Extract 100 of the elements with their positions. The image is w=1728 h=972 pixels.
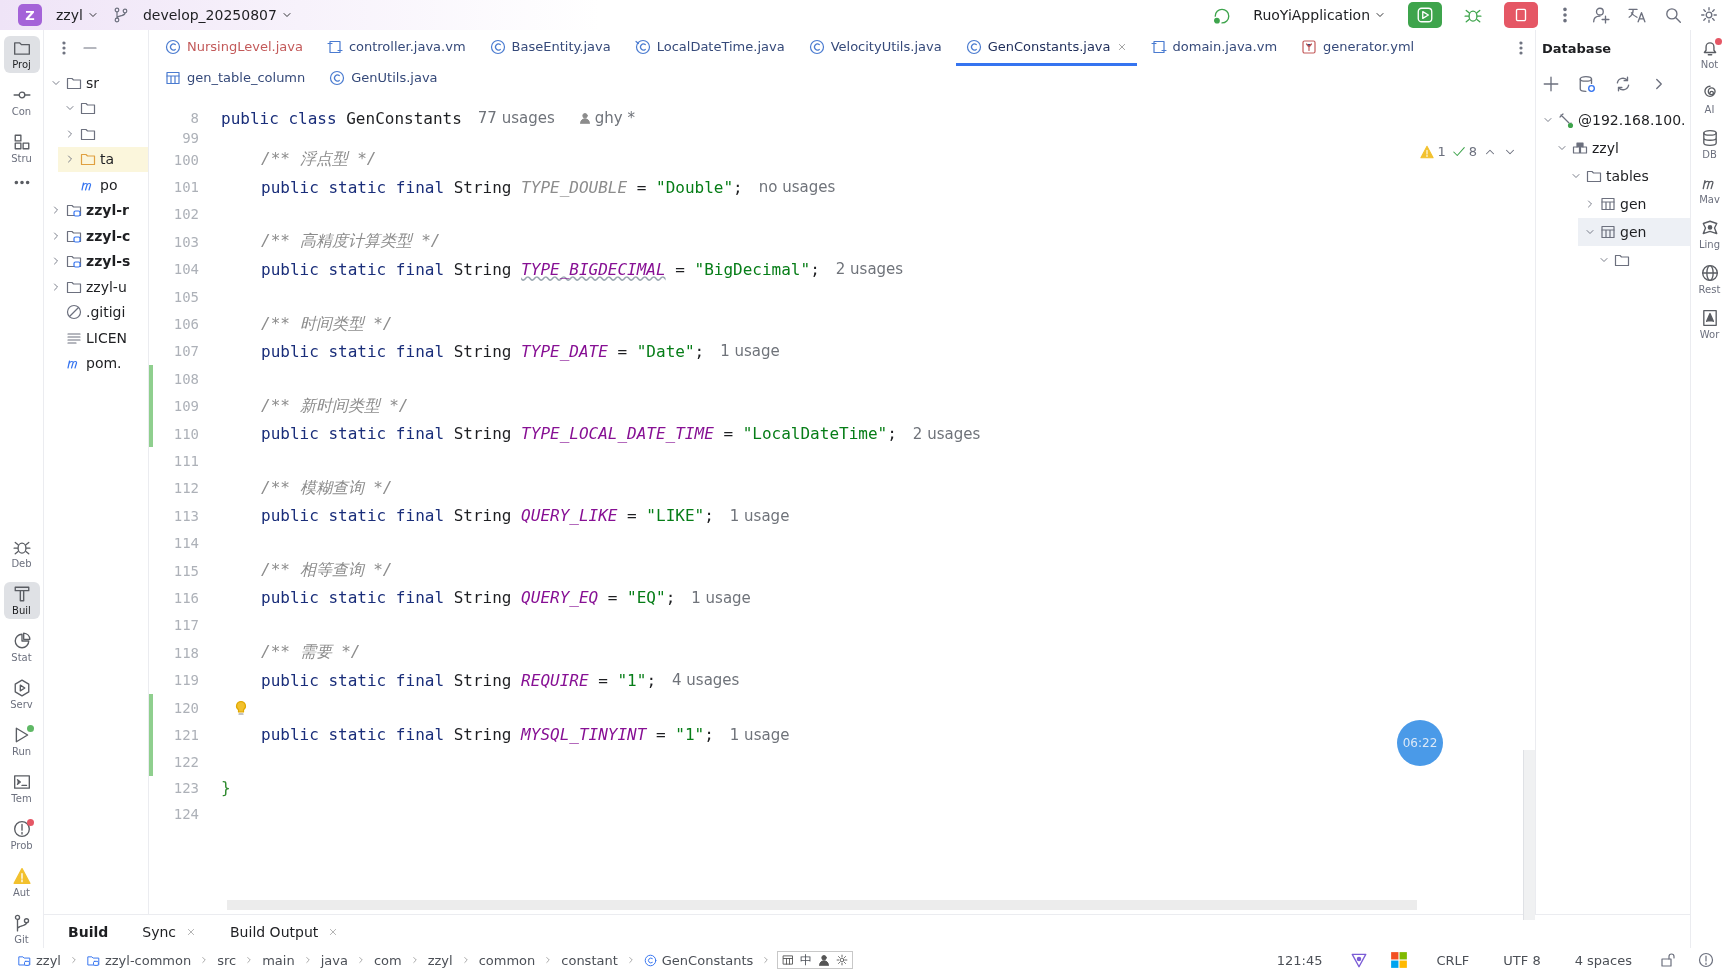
- tool-window-button[interactable]: Aut: [3, 864, 40, 901]
- ime-toolbar[interactable]: 中: [777, 951, 854, 969]
- indent-setting[interactable]: 4 spaces: [1568, 951, 1638, 969]
- tool-window-button[interactable]: DB: [1691, 126, 1728, 163]
- tree-item-label[interactable]: ta: [100, 151, 115, 168]
- tool-window-button[interactable]: Run: [3, 723, 40, 760]
- tree-item-label[interactable]: gen: [1620, 196, 1647, 212]
- tool-window-button[interactable]: Tem: [3, 770, 40, 807]
- usage-hint[interactable]: 1 usage: [729, 725, 790, 744]
- tree-item-label[interactable]: zzyl-c: [86, 227, 131, 244]
- tree-item-label[interactable]: pom.: [86, 355, 122, 372]
- breadcrumb[interactable]: main: [260, 952, 297, 968]
- search-icon[interactable]: [1664, 6, 1682, 24]
- tool-window-button[interactable]: Not: [1691, 36, 1728, 73]
- tool-window-button[interactable]: Serv: [3, 676, 40, 713]
- refresh-icon[interactable]: [1614, 75, 1632, 93]
- breadcrumb[interactable]: zzyl: [425, 952, 455, 968]
- tool-window-button[interactable]: Deb: [3, 535, 40, 572]
- tree-item-label[interactable]: zzyl-r: [86, 202, 129, 219]
- editor-tab[interactable]: domain.java.vm: [1140, 30, 1288, 66]
- tree-item-label[interactable]: sr: [86, 74, 100, 91]
- tool-window-button[interactable]: Stat: [3, 629, 40, 666]
- editor-tab[interactable]: gen_table_column: [155, 66, 316, 92]
- editor-tab[interactable]: GenConstants.java: [955, 30, 1137, 66]
- panel-tab[interactable]: Build Output: [218, 919, 351, 944]
- breadcrumb[interactable]: com: [371, 952, 404, 968]
- tree-item[interactable]: gen: [1578, 218, 1690, 246]
- editor-tab[interactable]: NursingLevel.java: [155, 30, 313, 66]
- tool-window-button[interactable]: Git: [3, 911, 40, 948]
- line-separator[interactable]: CRLF: [1430, 951, 1476, 969]
- tool-window-button[interactable]: Ling: [1691, 216, 1728, 253]
- run-config-selector[interactable]: RuoYiApplication: [1249, 7, 1390, 23]
- tool-window-button[interactable]: Buil: [3, 582, 40, 619]
- usage-hint[interactable]: 4 usages: [672, 671, 740, 690]
- line-number: 108: [172, 370, 199, 387]
- settings-icon[interactable]: [1700, 6, 1718, 24]
- passed-count[interactable]: 8: [1451, 144, 1477, 159]
- editor-tab[interactable]: BaseEntity.java: [479, 30, 621, 66]
- add-icon[interactable]: [1542, 75, 1560, 93]
- database-settings-icon[interactable]: [1578, 75, 1596, 93]
- code-line: }: [221, 778, 231, 798]
- rerun-button[interactable]: [1408, 2, 1442, 28]
- windows-icon[interactable]: [1390, 951, 1409, 969]
- tool-window-button[interactable]: Rest: [1691, 261, 1728, 298]
- cursor-position[interactable]: 121:45: [1270, 951, 1329, 969]
- tree-item-label[interactable]: zzyl: [1592, 140, 1619, 156]
- usage-hint[interactable]: 77 usages: [477, 109, 555, 127]
- breadcrumb[interactable]: zzyl: [16, 952, 63, 968]
- usage-hint[interactable]: 2 usages: [912, 424, 981, 443]
- breadcrumb[interactable]: java: [318, 952, 350, 968]
- tool-window-button[interactable]: Proj: [3, 36, 40, 73]
- more-icon: [12, 180, 31, 185]
- tool-window-button[interactable]: Wor: [1691, 306, 1728, 343]
- panel-tab[interactable]: Build: [56, 919, 121, 944]
- tool-window-button[interactable]: Stru: [3, 130, 40, 167]
- file-encoding[interactable]: UTF 8: [1497, 951, 1547, 969]
- tree-item-label[interactable]: LICEN: [86, 329, 128, 346]
- tool-window-button[interactable]: AI: [1691, 81, 1728, 118]
- tree-item-label[interactable]: zzyl-u: [86, 278, 127, 295]
- editor-tab[interactable]: LocalDateTime.java: [624, 30, 795, 66]
- breadcrumb[interactable]: constant: [559, 952, 620, 968]
- editor-tab[interactable]: controller.java.vm: [316, 30, 476, 66]
- project-selector[interactable]: zzyl: [52, 7, 103, 23]
- notification-icon[interactable]: [1698, 952, 1714, 968]
- branch-selector[interactable]: develop_20250807: [138, 7, 297, 23]
- assistant-icon[interactable]: [1350, 951, 1369, 969]
- breadcrumb[interactable]: src: [215, 952, 239, 968]
- editor-tab[interactable]: generator.yml: [1291, 30, 1425, 66]
- author-hint[interactable]: ghy *: [578, 109, 635, 127]
- tree-item[interactable]: ta: [58, 146, 148, 172]
- usage-hint[interactable]: no usages: [758, 178, 836, 197]
- panel-tab[interactable]: Sync: [130, 919, 208, 944]
- editor-tab[interactable]: GenUtils.java: [319, 66, 448, 92]
- tree-item-label[interactable]: po: [100, 176, 118, 193]
- lock-icon[interactable]: [1660, 952, 1676, 968]
- usage-hint[interactable]: 2 usages: [835, 260, 904, 279]
- tree-item[interactable]: gen: [1578, 190, 1690, 218]
- tree-item-label[interactable]: gen: [1620, 224, 1647, 240]
- tree-item-label[interactable]: zzyl-s: [86, 253, 131, 270]
- stop-button[interactable]: [1504, 2, 1538, 28]
- lightbulb-icon[interactable]: [233, 699, 249, 716]
- collapse-icon[interactable]: [82, 46, 98, 50]
- breadcrumb[interactable]: GenConstants: [641, 952, 756, 968]
- warning-count[interactable]: 1: [1420, 144, 1446, 159]
- editor-tab[interactable]: VelocityUtils.java: [798, 30, 952, 66]
- usage-hint[interactable]: 1 usage: [691, 588, 751, 607]
- tree-item-label[interactable]: @192.168.100.: [1578, 112, 1686, 128]
- line-number: 8: [189, 110, 199, 126]
- breadcrumb[interactable]: common: [476, 952, 538, 968]
- tool-window-button[interactable]: Mav: [1691, 171, 1728, 208]
- usage-hint[interactable]: 1 usage: [729, 506, 790, 525]
- tool-window-button[interactable]: Prob: [3, 817, 40, 854]
- translate-icon[interactable]: [1628, 6, 1646, 24]
- tree-item-label[interactable]: tables: [1606, 168, 1649, 184]
- tree-item-label[interactable]: .gitigi: [86, 304, 126, 321]
- usage-hint[interactable]: 1 usage: [720, 342, 780, 361]
- tool-window-button[interactable]: Con: [3, 83, 40, 120]
- scrollbar[interactable]: [1523, 750, 1535, 920]
- add-user-icon[interactable]: [1592, 6, 1610, 24]
- breadcrumb[interactable]: zzyl-common: [84, 952, 194, 968]
